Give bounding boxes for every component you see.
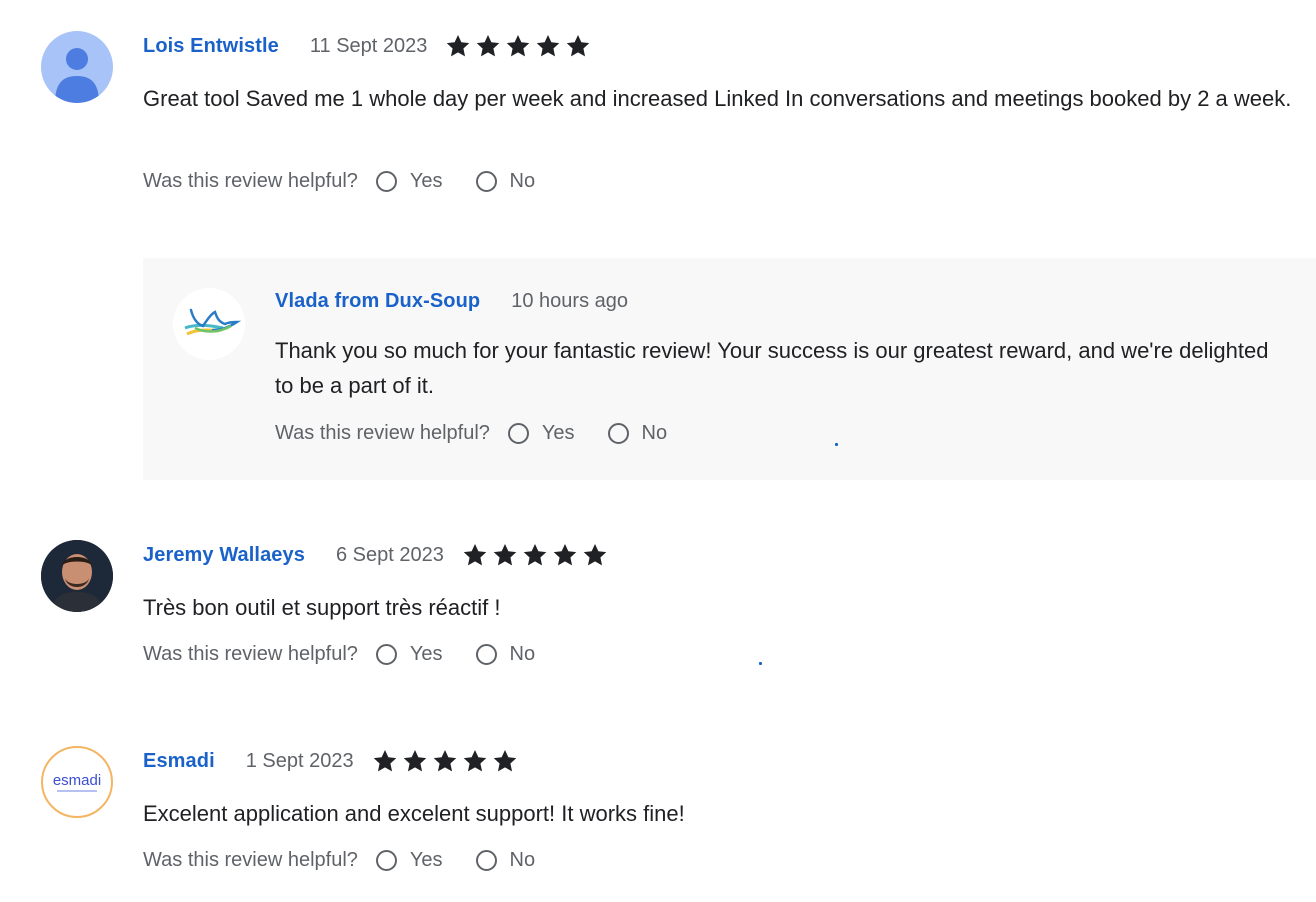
reply-text: Thank you so much for your fantastic rev… (275, 338, 1269, 398)
star-icon (475, 33, 501, 59)
helpful-question: Was this review helpful? (143, 643, 358, 665)
radio-unchecked-icon[interactable] (507, 423, 529, 444)
review-date: 6 Sept 2023 (335, 543, 444, 566)
radio-unchecked-icon[interactable] (375, 171, 397, 192)
star-icon (445, 33, 471, 59)
reply-time: 10 hours ago (511, 290, 629, 312)
star-icon (492, 748, 518, 774)
helpful-prompt-row: Was this review helpful? Yes No (143, 643, 535, 666)
helpful-no-option[interactable]: No (475, 170, 536, 193)
star-rating (445, 33, 591, 59)
helpful-no-option[interactable]: No (475, 643, 536, 666)
radio-unchecked-icon[interactable] (475, 644, 497, 665)
no-label: No (641, 422, 668, 444)
yes-label: Yes (541, 422, 575, 444)
helpful-prompt-row: Was this review helpful? Yes No (143, 170, 535, 193)
helpful-prompt-row: Was this review helpful? Yes No (275, 422, 667, 445)
star-icon (492, 542, 518, 568)
star-icon (432, 748, 458, 774)
helpful-yes-option[interactable]: Yes (375, 643, 443, 666)
review-text: Great tool Saved me 1 whole day per week… (143, 86, 1292, 111)
review-text: Excelent application and excelent suppor… (143, 801, 685, 826)
yes-label: Yes (409, 849, 443, 871)
svg-text:esmadi: esmadi (53, 772, 101, 789)
helpful-no-option[interactable]: No (607, 422, 668, 445)
radio-unchecked-icon[interactable] (475, 171, 497, 192)
star-icon (582, 542, 608, 568)
no-label: No (509, 849, 536, 871)
user-photo-avatar[interactable] (41, 540, 113, 612)
artifact-dot (835, 443, 838, 446)
reviewer-name[interactable]: Lois Entwistle (143, 35, 279, 58)
radio-unchecked-icon[interactable] (375, 644, 397, 665)
star-rating (372, 748, 518, 774)
star-icon (552, 542, 578, 568)
star-icon (522, 542, 548, 568)
radio-unchecked-icon[interactable] (375, 850, 397, 871)
artifact-dot (759, 662, 762, 665)
star-rating (462, 542, 608, 568)
star-icon (462, 542, 488, 568)
reply-author-name[interactable]: Vlada from Dux-Soup (275, 290, 480, 313)
radio-unchecked-icon[interactable] (475, 850, 497, 871)
default-avatar-icon[interactable] (41, 31, 113, 103)
star-icon (565, 33, 591, 59)
yes-label: Yes (409, 643, 443, 665)
helpful-question: Was this review helpful? (143, 170, 358, 192)
review-date: 11 Sept 2023 (309, 34, 428, 57)
no-label: No (509, 170, 536, 192)
helpful-question: Was this review helpful? (143, 849, 358, 871)
helpful-question: Was this review helpful? (275, 422, 490, 444)
star-icon (402, 748, 428, 774)
dux-soup-logo-icon[interactable] (173, 288, 245, 360)
star-icon (535, 33, 561, 59)
helpful-yes-option[interactable]: Yes (375, 849, 443, 872)
helpful-yes-option[interactable]: Yes (507, 422, 575, 445)
reviewer-name[interactable]: Jeremy Wallaeys (143, 544, 305, 567)
star-icon (372, 748, 398, 774)
star-icon (462, 748, 488, 774)
review-text: Très bon outil et support très réactif ! (143, 595, 501, 620)
star-icon (505, 33, 531, 59)
yes-label: Yes (409, 170, 443, 192)
helpful-prompt-row: Was this review helpful? Yes No (143, 849, 535, 872)
esmadi-logo-avatar[interactable]: esmadi (41, 746, 113, 818)
reviewer-name[interactable]: Esmadi (143, 750, 215, 773)
developer-reply: Vlada from Dux-Soup 10 hours ago Thank y… (143, 258, 1316, 480)
helpful-yes-option[interactable]: Yes (375, 170, 443, 193)
radio-unchecked-icon[interactable] (607, 423, 629, 444)
helpful-no-option[interactable]: No (475, 849, 536, 872)
review-date: 1 Sept 2023 (245, 749, 354, 772)
no-label: No (509, 643, 536, 665)
